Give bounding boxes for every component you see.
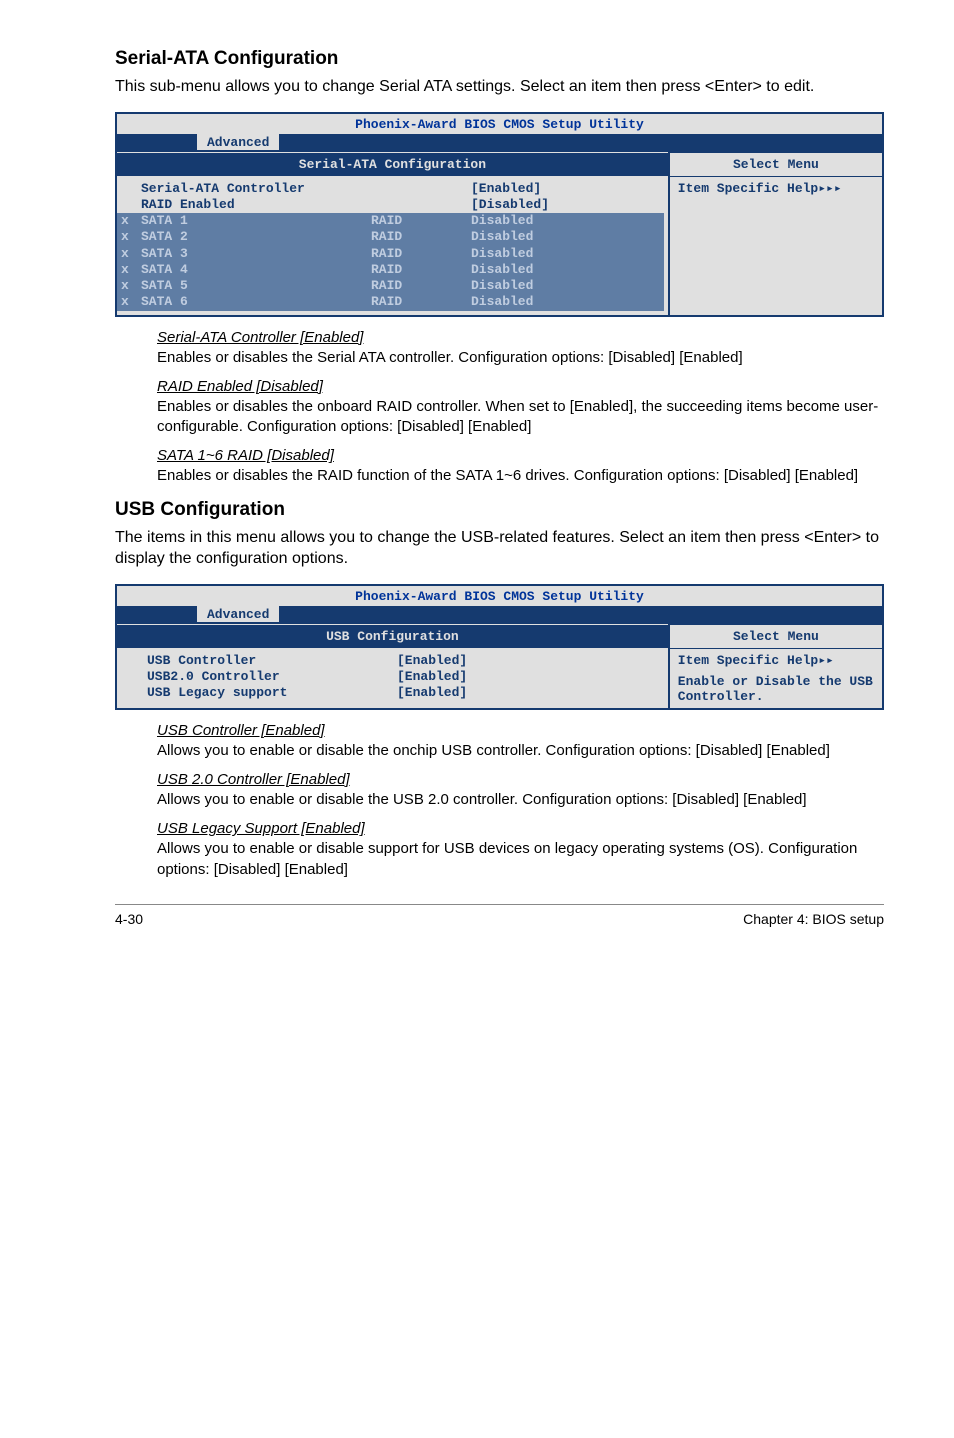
bios-help-label: Item Specific Help▸▸▸: [678, 181, 874, 196]
note-body: Enables or disables the onboard RAID con…: [157, 397, 884, 438]
bios-row: USB Legacy support [Enabled]: [117, 685, 668, 701]
section-heading-usb: USB Configuration: [115, 499, 884, 521]
note-title: RAID Enabled [Disabled]: [157, 378, 884, 395]
note-title: USB Legacy Support [Enabled]: [157, 820, 884, 837]
bios-subtitle-right: Select Menu: [668, 624, 882, 649]
section-heading-serial-ata: Serial-ATA Configuration: [115, 48, 884, 70]
page-footer: 4-30 Chapter 4: BIOS setup: [115, 904, 884, 927]
bios-main-panel: USB Controller [Enabled] USB2.0 Controll…: [117, 649, 668, 708]
bios-row: Serial-ATA Controller [Enabled]: [117, 181, 668, 197]
note-title: SATA 1~6 RAID [Disabled]: [157, 447, 884, 464]
bios-tab-row: Advanced: [117, 606, 882, 624]
section-intro-usb: The items in this menu allows you to cha…: [115, 527, 884, 570]
note-body: Allows you to enable or disable the USB …: [157, 790, 884, 810]
bios-row: USB Controller [Enabled]: [117, 653, 668, 669]
bios-help-label: Item Specific Help▸▸: [678, 653, 874, 668]
chapter-label: Chapter 4: BIOS setup: [743, 911, 884, 927]
bios-subtitle-left: Serial-ATA Configuration: [117, 152, 668, 177]
bios-row-disabled: x SATA 6 RAID Disabled: [117, 294, 664, 310]
bios-screenshot-usb: Phoenix-Award BIOS CMOS Setup Utility Ad…: [115, 584, 884, 710]
bios-tab-advanced: Advanced: [197, 606, 279, 622]
bios-row-disabled: x SATA 2 RAID Disabled: [117, 229, 664, 245]
bios-screenshot-serial-ata: Phoenix-Award BIOS CMOS Setup Utility Ad…: [115, 112, 884, 317]
bios-title: Phoenix-Award BIOS CMOS Setup Utility: [117, 114, 882, 134]
note-body: Enables or disables the Serial ATA contr…: [157, 348, 884, 368]
bios-side-panel: Item Specific Help▸▸▸: [668, 177, 882, 315]
note-title: USB 2.0 Controller [Enabled]: [157, 771, 884, 788]
bios-row-disabled: x SATA 4 RAID Disabled: [117, 262, 664, 278]
note-block: Serial-ATA Controller [Enabled] Enables …: [115, 329, 884, 487]
bios-row-disabled: x SATA 5 RAID Disabled: [117, 278, 664, 294]
bios-main-panel: Serial-ATA Controller [Enabled] RAID Ena…: [117, 177, 668, 315]
bios-row-disabled: x SATA 3 RAID Disabled: [117, 246, 664, 262]
bios-row: USB2.0 Controller [Enabled]: [117, 669, 668, 685]
note-title: Serial-ATA Controller [Enabled]: [157, 329, 884, 346]
bios-help-text: Enable or Disable the USB Controller.: [678, 674, 874, 704]
bios-side-panel: Item Specific Help▸▸ Enable or Disable t…: [668, 649, 882, 708]
bios-row: RAID Enabled [Disabled]: [117, 197, 668, 213]
bios-title: Phoenix-Award BIOS CMOS Setup Utility: [117, 586, 882, 606]
note-body: Allows you to enable or disable support …: [157, 839, 884, 880]
note-block: USB Controller [Enabled] Allows you to e…: [115, 722, 884, 880]
note-body: Allows you to enable or disable the onch…: [157, 741, 884, 761]
bios-row-disabled: x SATA 1 RAID Disabled: [117, 213, 664, 229]
bios-subtitle-left: USB Configuration: [117, 624, 668, 649]
bios-tab-advanced: Advanced: [197, 134, 279, 150]
bios-subtitle-right: Select Menu: [668, 152, 882, 177]
page-number: 4-30: [115, 911, 143, 927]
section-intro-serial-ata: This sub-menu allows you to change Seria…: [115, 76, 884, 98]
note-title: USB Controller [Enabled]: [157, 722, 884, 739]
bios-tab-row: Advanced: [117, 134, 882, 152]
note-body: Enables or disables the RAID function of…: [157, 466, 884, 486]
